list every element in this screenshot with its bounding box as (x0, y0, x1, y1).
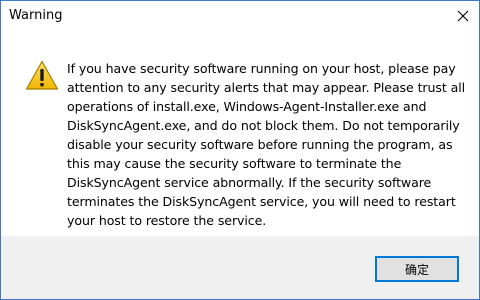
button-bar: 确定 (1, 236, 479, 299)
warning-dialog: Warning If you have security software ru… (0, 0, 480, 300)
dialog-title: Warning (9, 8, 63, 23)
title-bar: Warning (1, 1, 479, 31)
warning-triangle-icon (25, 60, 59, 90)
dialog-content: If you have security software running on… (1, 31, 479, 236)
close-button[interactable] (447, 1, 479, 31)
ok-button[interactable]: 确定 (375, 256, 459, 282)
warning-message: If you have security software running on… (67, 61, 465, 228)
close-icon (457, 10, 469, 22)
